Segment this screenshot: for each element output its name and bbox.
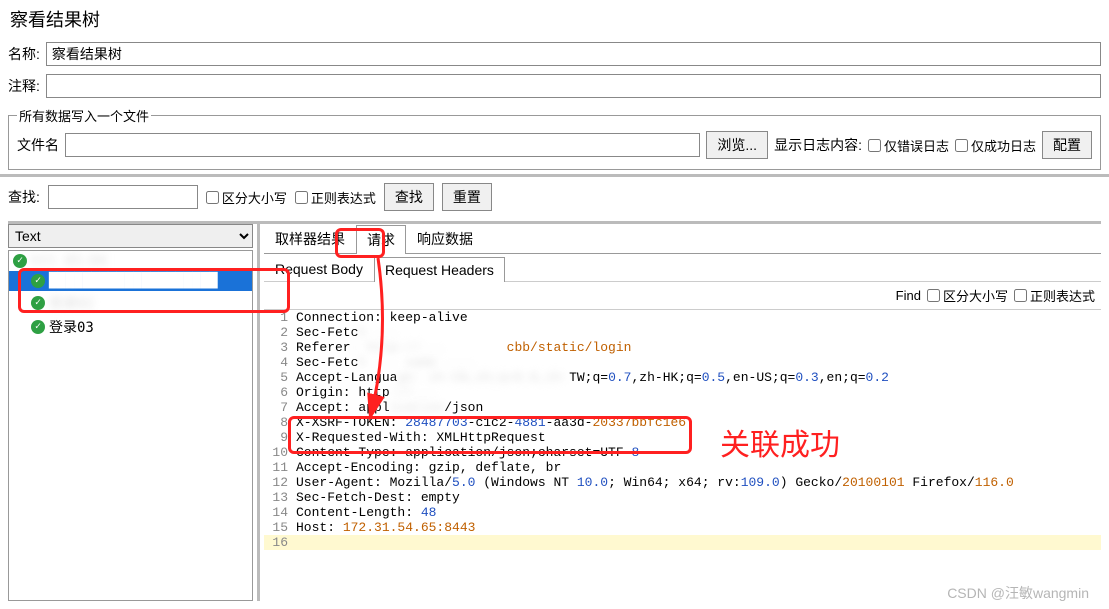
main-tabs: 取样器结果请求响应数据 — [264, 224, 1101, 254]
line-number: 7 — [264, 400, 296, 415]
showlog-label: 显示日志内容: — [774, 135, 862, 155]
subtab-0[interactable]: Request Body — [264, 256, 374, 281]
filename-input[interactable] — [65, 133, 700, 157]
watermark: CSDN @汪敏wangmin — [947, 583, 1089, 603]
page-title: 察看结果树 — [0, 0, 1109, 38]
tree-item[interactable]: ✓ ████████████████████ — [9, 271, 252, 291]
code-line: Accept-Encoding: gzip, deflate, br — [296, 460, 561, 475]
line-number: 6 — [264, 385, 296, 400]
success-icon: ✓ — [13, 254, 27, 268]
code-line: Referer: http://... cbb/static/login — [296, 340, 631, 355]
line-number: 4 — [264, 355, 296, 370]
code-line: Sec-Fetch ... same .... — [296, 355, 475, 370]
code-line: Host: 172.31.54.65:8443 — [296, 520, 475, 535]
line-number: 3 — [264, 340, 296, 355]
code-line: Content-Length: 48 — [296, 505, 436, 520]
code-line: Origin: http://... — [296, 385, 436, 400]
code-line: Sec-Fetch-Dest: empty — [296, 490, 460, 505]
line-number: 1 — [264, 310, 296, 325]
sub-tabs: Request BodyRequest Headers — [264, 256, 1101, 282]
code-line: X-Requested-With: XMLHttpRequest — [296, 430, 546, 445]
line-number: 10 — [264, 445, 296, 460]
tree-item-label: htt 65:84 — [31, 253, 107, 269]
tree-item-label: 登录02 — [49, 293, 94, 313]
find-case-checkbox[interactable]: 区分大小写 — [927, 286, 1008, 305]
case-sensitive-checkbox[interactable]: 区分大小写 — [206, 188, 287, 207]
tree-item-label: ████████████████████ — [49, 273, 218, 289]
code-line: Connection: keep-alive — [296, 310, 468, 325]
code-line: Accept: application/json — [296, 400, 483, 415]
annotation-text: 关联成功 — [720, 420, 840, 464]
line-number: 12 — [264, 475, 296, 490]
write-file-legend: 所有数据写入一个文件 — [17, 106, 151, 125]
code-line: Accept-Language: zh-CN,zh;q=0.8,zh-TW;q=… — [296, 370, 889, 385]
regex-checkbox[interactable]: 正则表达式 — [295, 188, 376, 207]
filename-label: 文件名 — [17, 135, 59, 155]
name-label: 名称: — [8, 44, 40, 64]
tree-item[interactable]: ✓ 登录02 — [9, 291, 252, 315]
success-icon: ✓ — [31, 274, 45, 288]
results-tree[interactable]: ✓ htt 65:84 ✓ ████████████████████ ✓ 登录02 ✓ 登录0… — [8, 250, 253, 601]
search-label: 查找: — [8, 187, 40, 207]
find-regex-checkbox[interactable]: 正则表达式 — [1014, 286, 1095, 305]
tab-1[interactable]: 请求 — [356, 225, 406, 254]
reset-button[interactable]: 重置 — [442, 183, 492, 211]
tree-item[interactable]: ✓ htt 65:84 — [9, 251, 252, 271]
search-button[interactable]: 查找 — [384, 183, 434, 211]
code-line: User-Agent: Mozilla/5.0 (Windows NT 10.0… — [296, 475, 1014, 490]
line-number: 8 — [264, 415, 296, 430]
line-number: 15 — [264, 520, 296, 535]
subtab-1[interactable]: Request Headers — [374, 257, 505, 282]
success-icon: ✓ — [31, 296, 45, 310]
success-only-checkbox[interactable]: 仅成功日志 — [955, 136, 1036, 155]
success-icon: ✓ — [31, 320, 45, 334]
line-number: 11 — [264, 460, 296, 475]
code-line — [296, 535, 304, 550]
code-line: Sec-Fetch ... — [296, 325, 397, 340]
tree-item[interactable]: ✓ 登录03 — [9, 315, 252, 339]
find-label: Find — [896, 288, 921, 303]
line-number: 2 — [264, 325, 296, 340]
search-input[interactable] — [48, 185, 198, 209]
comment-input[interactable] — [46, 74, 1101, 98]
renderer-select[interactable]: Text — [8, 224, 253, 248]
browse-button[interactable]: 浏览... — [706, 131, 768, 159]
tab-2[interactable]: 响应数据 — [406, 224, 484, 253]
errors-only-checkbox[interactable]: 仅错误日志 — [868, 136, 949, 155]
line-number: 13 — [264, 490, 296, 505]
code-line: Content-Type: application/json;charset=U… — [296, 445, 639, 460]
code-line: X-XSRF-TOKEN: 28487703-c1c2-4881-aa3d-20… — [296, 415, 686, 430]
write-file-fieldset: 所有数据写入一个文件 文件名 浏览... 显示日志内容: 仅错误日志 仅成功日志… — [8, 106, 1101, 170]
tab-0[interactable]: 取样器结果 — [264, 224, 356, 253]
comment-label: 注释: — [8, 76, 40, 96]
name-input[interactable] — [46, 42, 1101, 66]
tree-item-label: 登录03 — [49, 317, 94, 337]
configure-button[interactable]: 配置 — [1042, 131, 1092, 159]
request-headers-content[interactable]: 1Connection: keep-alive2Sec-Fetch ...3Re… — [264, 310, 1101, 601]
line-number: 9 — [264, 430, 296, 445]
line-number: 5 — [264, 370, 296, 385]
line-number: 16 — [264, 535, 296, 550]
line-number: 14 — [264, 505, 296, 520]
